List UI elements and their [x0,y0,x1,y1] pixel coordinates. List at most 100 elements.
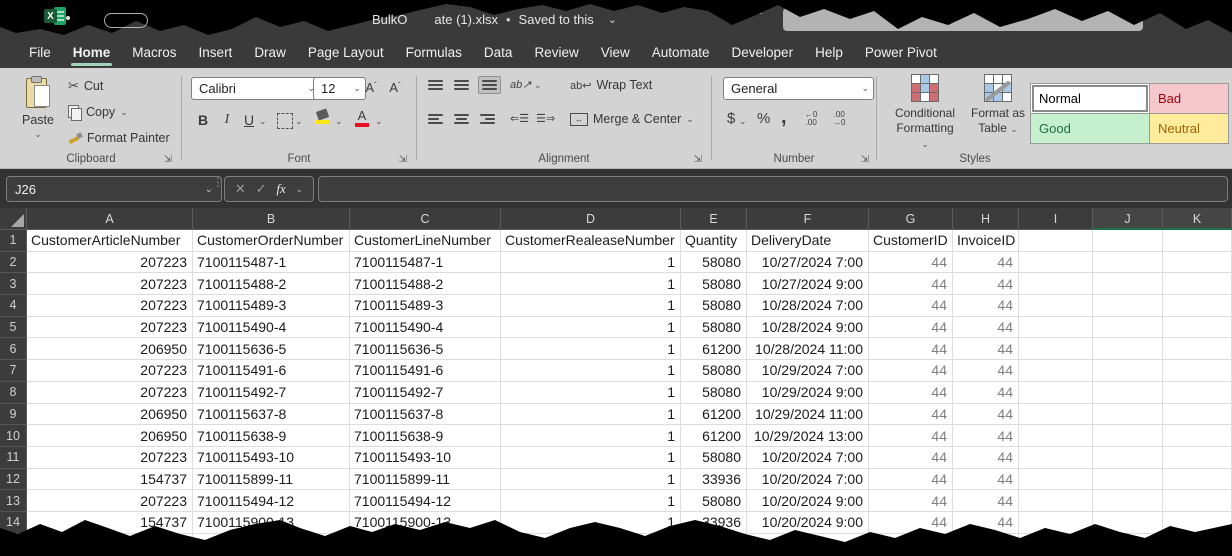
cell-H5[interactable]: 44 [953,317,1019,339]
clipboard-dialog-launcher[interactable]: ⇲ [164,154,172,165]
orientation-chevron-icon[interactable]: ⌄ [534,81,542,90]
cell-A3[interactable]: 207223 [27,273,193,295]
row-header-6[interactable]: 6 [0,338,27,360]
row-header-8[interactable]: 8 [0,382,27,404]
style-neutral[interactable]: Neutral [1150,114,1228,143]
cell-G10[interactable]: 44 [869,425,953,447]
enter-icon[interactable]: ✓ [256,181,267,197]
row-header-13[interactable]: 13 [0,490,27,512]
column-header-k[interactable]: K [1163,208,1232,230]
conditional-formatting-button[interactable]: Conditional Formatting ⌄ [892,74,958,151]
cell-K5[interactable] [1163,317,1232,339]
cell-A4[interactable]: 207223 [27,295,193,317]
cell-E13[interactable]: 58080 [681,490,747,512]
cell-I1[interactable] [1019,230,1093,252]
cell-C7[interactable]: 7100115491-6 [350,360,501,382]
cell-I2[interactable] [1019,252,1093,274]
cell-J9[interactable] [1093,404,1163,426]
cell-J2[interactable] [1093,252,1163,274]
cell-F8[interactable]: 10/29/2024 9:00 [747,382,869,404]
row-header-12[interactable]: 12 [0,469,27,491]
font-color-chevron-icon[interactable]: ⌄ [375,117,383,126]
row-header-7[interactable]: 7 [0,360,27,382]
cell-D10[interactable]: 1 [501,425,681,447]
font-dialog-launcher[interactable]: ⇲ [399,154,407,165]
cell-E11[interactable]: 58080 [681,447,747,469]
increase-decimal-icon[interactable]: ←0 .00 [805,111,817,127]
cell-A10[interactable]: 206950 [27,425,193,447]
cell-K2[interactable] [1163,252,1232,274]
tab-draw[interactable]: Draw [243,40,297,68]
formula-chevron-icon[interactable]: ⌄ [296,185,304,194]
fill-color-chevron-icon[interactable]: ⌄ [335,117,343,126]
tab-review[interactable]: Review [523,40,589,68]
insert-function-icon[interactable]: fx [276,181,285,197]
cell-I4[interactable] [1019,295,1093,317]
name-box[interactable]: J26 ⌄ [6,176,222,202]
cell-D13[interactable]: 1 [501,490,681,512]
cell-G9[interactable]: 44 [869,404,953,426]
cell-B7[interactable]: 7100115491-6 [193,360,350,382]
cell-A6[interactable]: 206950 [27,338,193,360]
cell-B2[interactable]: 7100115487-1 [193,252,350,274]
column-header-h[interactable]: H [953,208,1019,230]
borders-chevron-icon[interactable]: ⌄ [295,117,303,126]
tab-home[interactable]: Home [62,40,122,68]
cell-D12[interactable]: 1 [501,469,681,491]
tab-file[interactable]: File [18,40,62,68]
cell-G11[interactable]: 44 [869,447,953,469]
increase-indent-icon[interactable]: ☰⇒ [536,112,555,125]
row-header-2[interactable]: 2 [0,252,27,274]
bold-button[interactable]: B [193,110,213,130]
tab-power-pivot[interactable]: Power Pivot [854,40,948,68]
cell-I3[interactable] [1019,273,1093,295]
cell-K7[interactable] [1163,360,1232,382]
row-header-3[interactable]: 3 [0,273,27,295]
align-right-button[interactable] [480,114,495,124]
cell-F12[interactable]: 10/20/2024 7:00 [747,469,869,491]
align-middle-button[interactable] [454,80,469,90]
cell-H7[interactable]: 44 [953,360,1019,382]
column-header-d[interactable]: D [501,208,681,230]
cell-I8[interactable] [1019,382,1093,404]
align-center-button[interactable] [454,114,469,124]
row-header-4[interactable]: 4 [0,295,27,317]
cell-A1[interactable]: CustomerArticleNumber [27,230,193,252]
cell-E7[interactable]: 58080 [681,360,747,382]
cell-B6[interactable]: 7100115636-5 [193,338,350,360]
paste-button[interactable]: Paste ⌄ [12,74,64,148]
cell-G5[interactable]: 44 [869,317,953,339]
cell-J6[interactable] [1093,338,1163,360]
cell-B1[interactable]: CustomerOrderNumber [193,230,350,252]
cell-B3[interactable]: 7100115488-2 [193,273,350,295]
cell-F11[interactable]: 10/20/2024 7:00 [747,447,869,469]
tab-data[interactable]: Data [473,40,524,68]
number-dialog-launcher[interactable]: ⇲ [861,154,869,165]
cell-F14[interactable]: 10/20/2024 9:00 [747,512,869,534]
comma-icon[interactable]: , [781,106,787,129]
cell-E12[interactable]: 33936 [681,469,747,491]
cell-G12[interactable]: 44 [869,469,953,491]
cell-H12[interactable]: 44 [953,469,1019,491]
cell-H4[interactable]: 44 [953,295,1019,317]
cell-E10[interactable]: 61200 [681,425,747,447]
row-header-10[interactable]: 10 [0,425,27,447]
cell-D11[interactable]: 1 [501,447,681,469]
cell-I9[interactable] [1019,404,1093,426]
cell-G2[interactable]: 44 [869,252,953,274]
column-header-e[interactable]: E [681,208,747,230]
cell-J4[interactable] [1093,295,1163,317]
cell-H6[interactable]: 44 [953,338,1019,360]
cell-H3[interactable]: 44 [953,273,1019,295]
cell-J5[interactable] [1093,317,1163,339]
cell-A2[interactable]: 207223 [27,252,193,274]
format-as-table-button[interactable]: Format as Table ⌄ [966,74,1030,136]
cell-E4[interactable]: 58080 [681,295,747,317]
cell-B9[interactable]: 7100115637-8 [193,404,350,426]
cell-J10[interactable] [1093,425,1163,447]
cell-H10[interactable]: 44 [953,425,1019,447]
title-chevron-down-icon[interactable]: ⌄ [608,13,617,26]
cell-G1[interactable]: CustomerID [869,230,953,252]
percent-icon[interactable]: % [757,110,770,127]
row-header-1[interactable]: 1 [0,230,27,252]
